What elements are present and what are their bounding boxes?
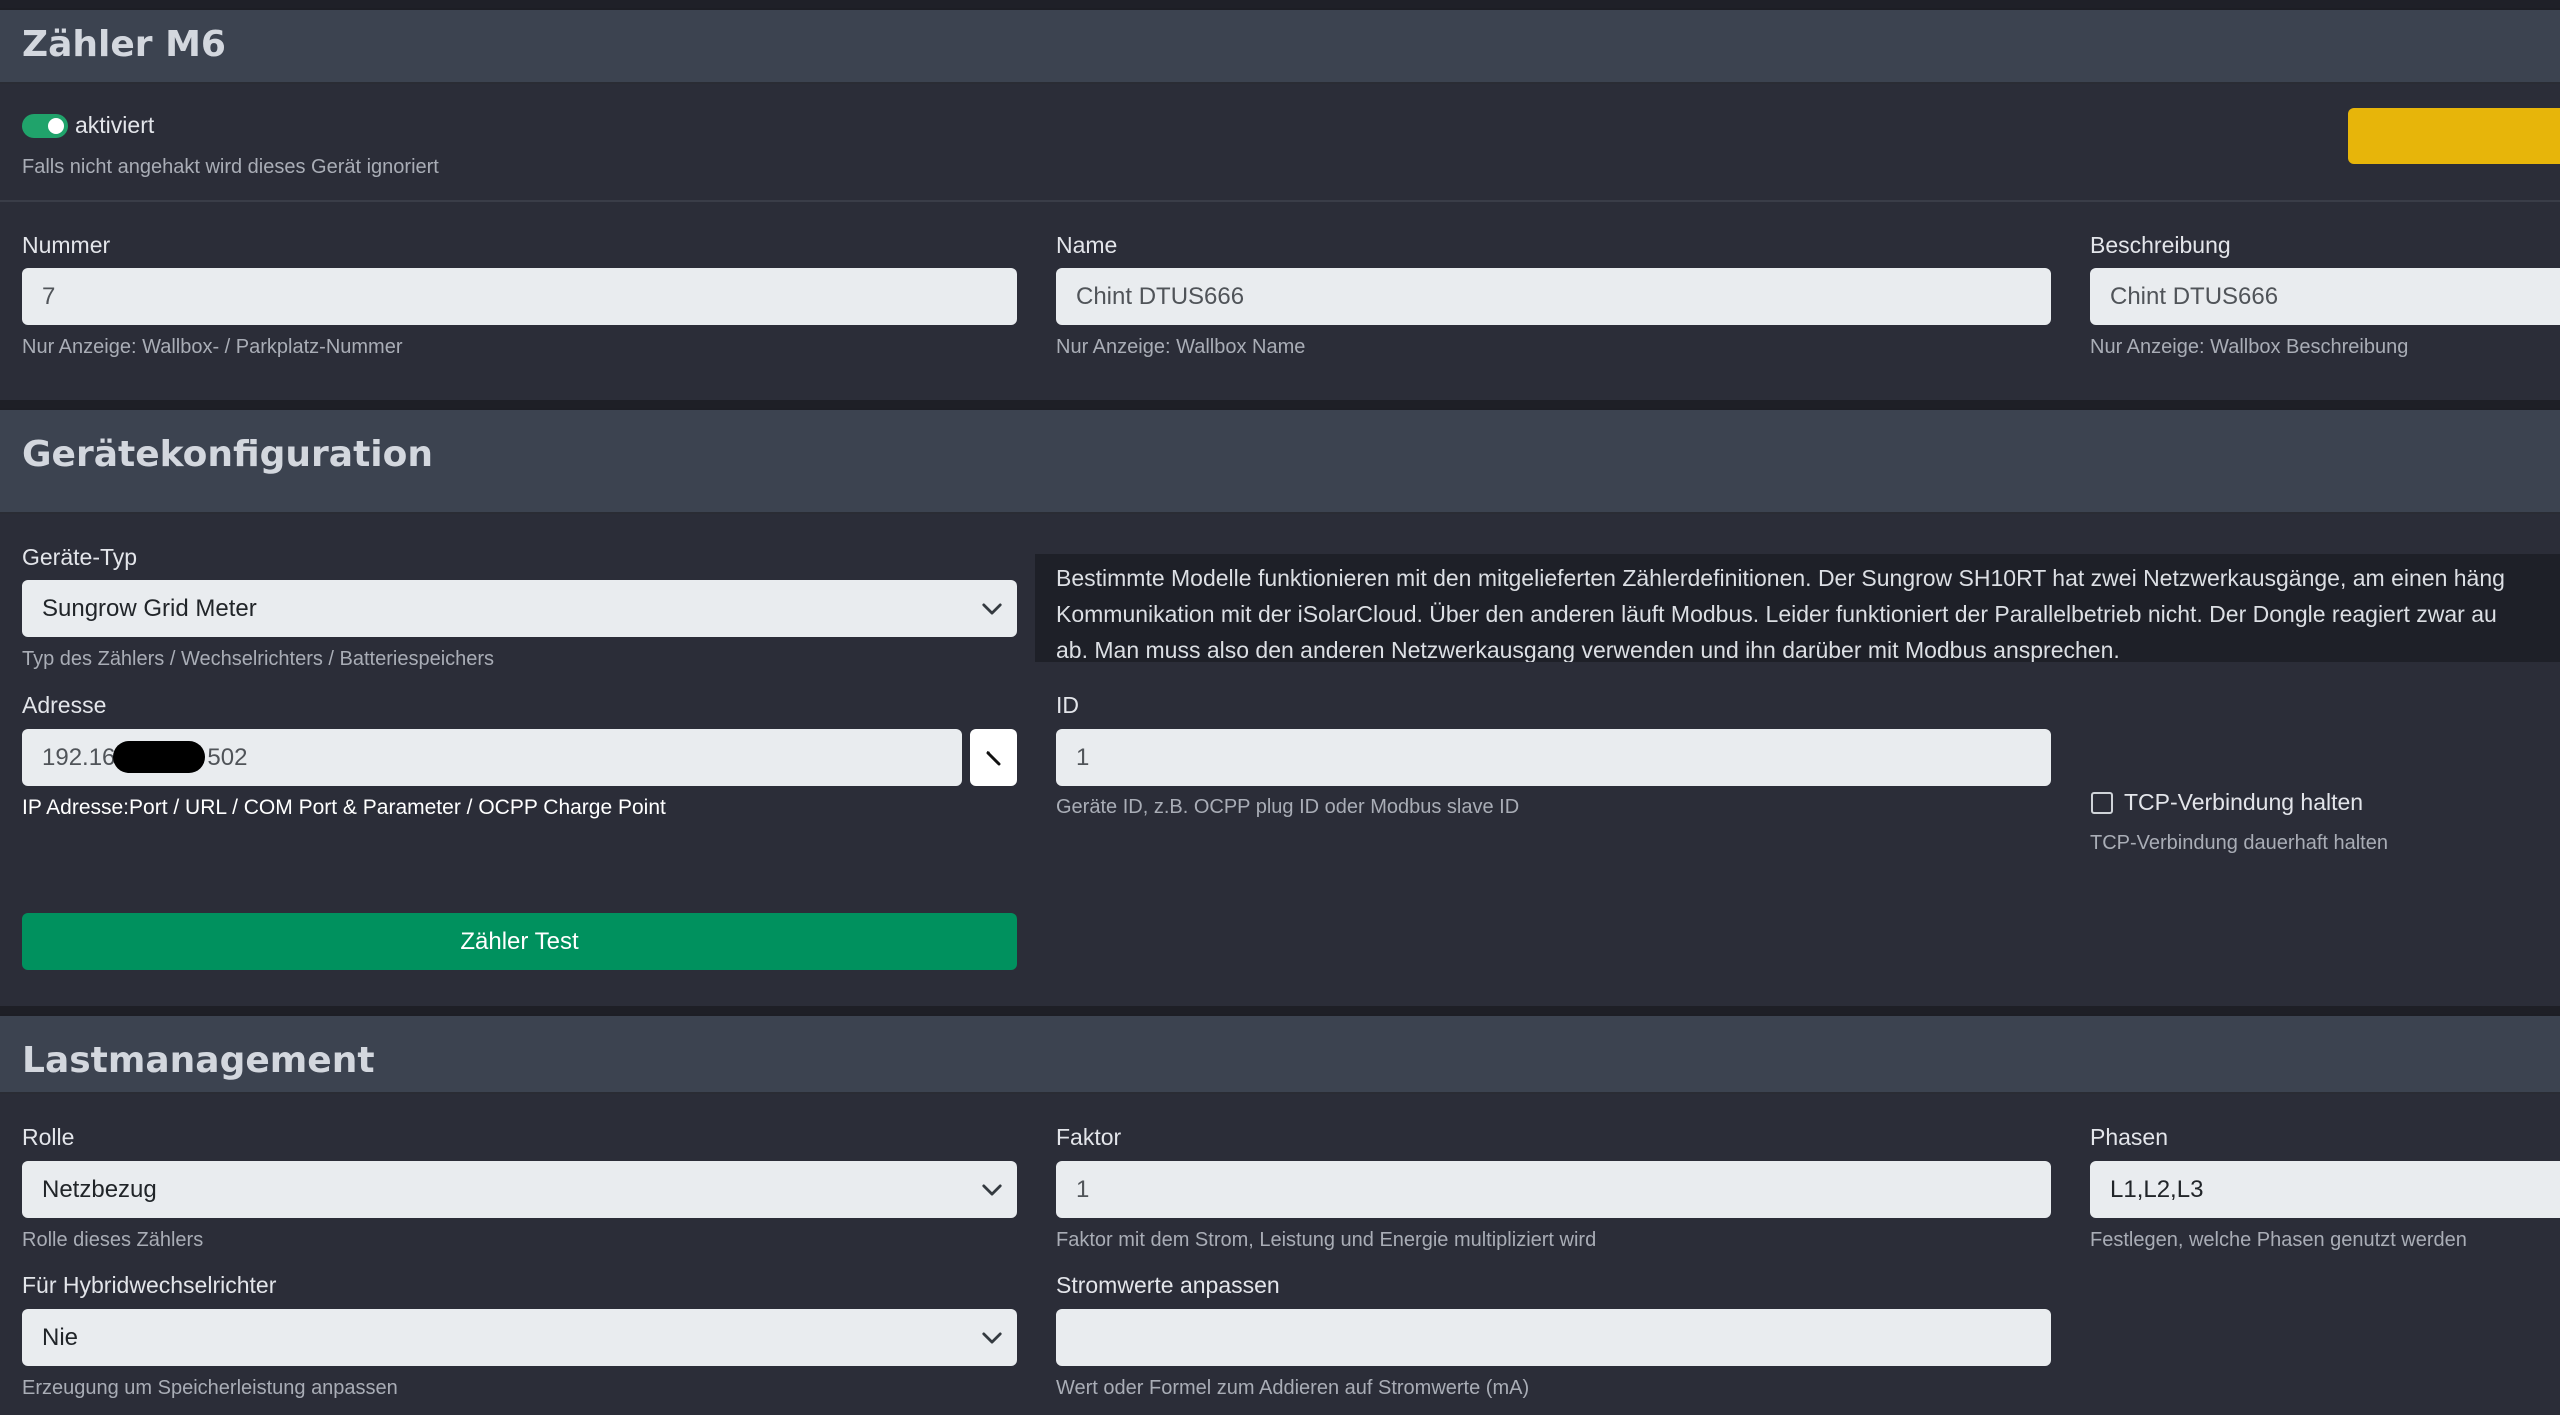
section-separator — [0, 1006, 2560, 1014]
phases-input[interactable]: L1,L2,L3 — [2090, 1161, 2560, 1218]
address-value-suffix: 502 — [207, 743, 248, 771]
role-label: Rolle — [22, 1124, 75, 1150]
role-select[interactable]: Netzbezug — [22, 1161, 1017, 1218]
phases-label: Phasen — [2090, 1124, 2169, 1150]
divider — [0, 200, 2560, 202]
role-value: Netzbezug — [42, 1175, 157, 1203]
address-label: Adresse — [22, 692, 107, 718]
hybrid-value: Nie — [42, 1323, 79, 1351]
load-management-title: Lastmanagement — [22, 1040, 375, 1081]
section-header-load-management: Lastmanagement — [0, 1014, 2560, 1094]
toggle-knob — [48, 118, 64, 134]
chevron-down-icon — [982, 603, 1002, 615]
section-header-meter: Zähler M6 — [0, 8, 2560, 84]
address-value-prefix: 192.16 — [42, 743, 116, 771]
hybrid-select[interactable]: Nie — [22, 1309, 1017, 1366]
factor-input[interactable]: 1 — [1056, 1161, 2051, 1218]
factor-label: Faktor — [1056, 1124, 1122, 1150]
section-separator — [0, 400, 2560, 408]
active-label: aktiviert — [75, 112, 155, 138]
beschreibung-help: Nur Anzeige: Wallbox Beschreibung — [2090, 336, 2409, 358]
address-help: IP Adresse:Port / URL / COM Port & Param… — [22, 796, 666, 819]
role-help: Rolle dieses Zählers — [22, 1229, 204, 1251]
tcp-keepalive-help: TCP-Verbindung dauerhaft halten — [2090, 832, 2388, 854]
phases-help: Festlegen, welche Phasen genutzt werden — [2090, 1229, 2467, 1251]
active-help: Falls nicht angehakt wird dieses Gerät i… — [22, 156, 439, 178]
name-label: Name — [1056, 232, 1118, 258]
beschreibung-input[interactable]: Chint DTUS666 — [2090, 268, 2560, 325]
info-line: Bestimmte Modelle funktionieren mit den … — [1056, 565, 2505, 591]
current-adjust-help: Wert oder Formel zum Addieren auf Stromw… — [1056, 1377, 1530, 1399]
top-strip — [0, 0, 2560, 8]
pencil-icon — [986, 750, 1000, 765]
chevron-down-icon — [982, 1184, 1002, 1196]
redaction-mark — [113, 741, 205, 773]
current-adjust-label: Stromwerte anpassen — [1056, 1272, 1280, 1298]
id-help: Geräte ID, z.B. OCPP plug ID oder Modbus… — [1056, 796, 1520, 818]
active-toggle[interactable] — [22, 114, 68, 138]
device-type-label: Geräte-Typ — [22, 544, 138, 570]
name-help: Nur Anzeige: Wallbox Name — [1056, 336, 1306, 358]
device-config-title: Gerätekonfiguration — [22, 434, 434, 475]
meter-test-button[interactable]: Zähler Test — [22, 913, 1017, 970]
device-type-value: Sungrow Grid Meter — [42, 594, 257, 622]
section-header-device-config: Gerätekonfiguration — [0, 408, 2560, 514]
device-type-help: Typ des Zählers / Wechselrichters / Batt… — [22, 648, 495, 670]
factor-help: Faktor mit dem Strom, Leistung und Energ… — [1056, 1229, 1597, 1251]
info-line: Kommunikation mit der iSolarCloud. Über … — [1056, 601, 2497, 627]
action-button[interactable] — [2348, 108, 2560, 164]
edit-address-button[interactable] — [970, 729, 1017, 786]
beschreibung-label: Beschreibung — [2090, 232, 2231, 258]
page-title: Zähler M6 — [22, 24, 226, 65]
current-adjust-input[interactable] — [1056, 1309, 2051, 1366]
hybrid-help: Erzeugung um Speicherleistung anpassen — [22, 1377, 398, 1399]
name-input[interactable]: Chint DTUS666 — [1056, 268, 2051, 325]
nummer-input[interactable]: 7 — [22, 268, 1017, 325]
device-type-select[interactable]: Sungrow Grid Meter — [22, 580, 1017, 637]
info-box: Bestimmte Modelle funktionieren mit den … — [1035, 554, 2560, 662]
id-input[interactable]: 1 — [1056, 729, 2051, 786]
tcp-keepalive-label: TCP-Verbindung halten — [2124, 789, 2364, 815]
hybrid-label: Für Hybridwechselrichter — [22, 1272, 277, 1298]
id-label: ID — [1056, 692, 1079, 718]
info-line: ab. Man muss also den anderen Netzwerkau… — [1056, 637, 2120, 662]
chevron-down-icon — [982, 1332, 1002, 1344]
nummer-help: Nur Anzeige: Wallbox- / Parkplatz-Nummer — [22, 336, 403, 358]
nummer-label: Nummer — [22, 232, 111, 258]
tcp-keepalive-checkbox[interactable] — [2091, 792, 2113, 814]
